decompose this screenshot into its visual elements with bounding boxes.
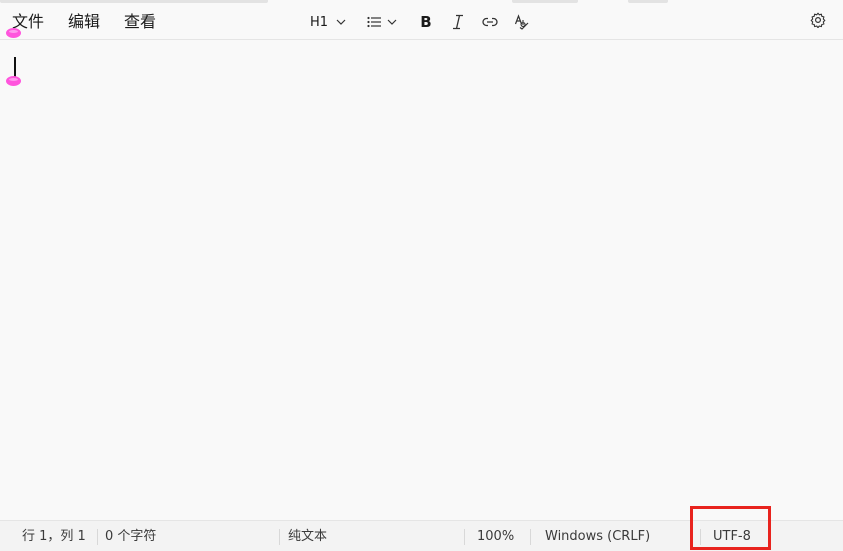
menu-view[interactable]: 查看 [112,7,168,37]
italic-icon [451,14,465,30]
chevron-down-icon [387,19,397,25]
menu-edit[interactable]: 编辑 [56,7,112,37]
menu-toolbar: 文件 编辑 查看 H1 B [0,4,843,40]
status-divider [279,529,280,545]
heading-dropdown[interactable]: H1 [304,7,352,37]
link-icon [482,17,498,27]
status-divider [700,529,701,545]
tab-edge-right [628,0,668,3]
spellcheck-icon [514,14,530,30]
bulleted-list-icon [367,16,381,28]
status-bar: 行 1，列 1 0 个字符 纯文本 100% Windows (CRLF) UT… [0,520,843,551]
status-zoom[interactable]: 100% [477,521,514,551]
list-dropdown[interactable] [358,7,406,37]
format-toolbar: H1 B [304,4,538,40]
status-divider [97,529,98,545]
heading-label: H1 [309,14,329,30]
status-divider [464,529,465,545]
text-editor[interactable] [0,28,843,519]
selection-handle-top[interactable] [6,28,21,38]
status-char-count: 0 个字符 [105,529,157,544]
spellcheck-button[interactable] [506,7,538,37]
bold-button[interactable]: B [410,7,442,37]
italic-button[interactable] [442,7,474,37]
selection-handle-bottom[interactable] [6,76,21,86]
status-encoding[interactable]: UTF-8 [713,521,751,551]
gear-icon [810,12,826,32]
status-cursor-position: 行 1，列 1 [22,529,86,544]
settings-button[interactable] [803,7,833,37]
tab-edge-left [0,0,268,3]
status-divider [530,529,531,545]
chevron-down-icon [336,19,346,25]
status-line-ending[interactable]: Windows (CRLF) [545,521,650,551]
link-button[interactable] [474,7,506,37]
notepad-window: 文件 编辑 查看 H1 B 行 1，列 1 0 个字符 纯文本 100% Win… [0,0,843,551]
menu-bar: 文件 编辑 查看 [0,4,168,40]
status-format[interactable]: 纯文本 [288,521,327,551]
tab-edge-mid [512,0,578,3]
